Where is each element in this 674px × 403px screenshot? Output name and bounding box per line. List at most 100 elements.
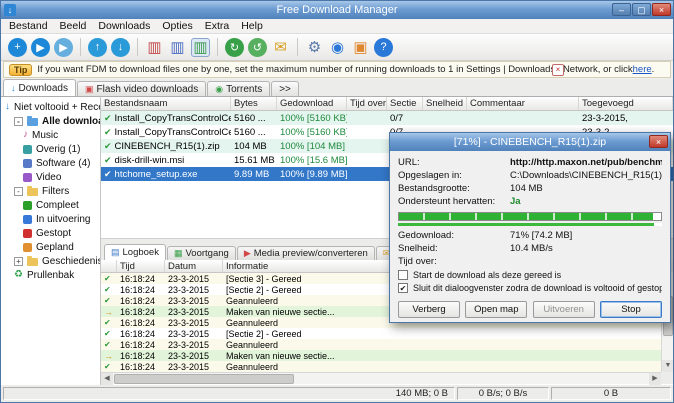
file-cell: 100% [9.89 MB]	[277, 169, 347, 180]
menu-extra[interactable]: Extra	[199, 20, 236, 32]
column-header-snelheid[interactable]: Snelheid	[423, 97, 467, 110]
tab-label: Logboek	[123, 247, 159, 258]
column-header-tijd[interactable]: Tijd	[117, 260, 165, 272]
minimize-button[interactable]: –	[612, 3, 631, 16]
stop-button[interactable]: Stop	[600, 301, 662, 318]
file-status-icon: ✔	[104, 155, 112, 166]
folder-icon	[27, 188, 38, 196]
tab-voortgang[interactable]: ▦Voortgang	[167, 246, 236, 260]
category-icon	[23, 159, 32, 168]
verberg-button[interactable]: Verberg	[398, 301, 460, 318]
column-header-toegevoegd[interactable]: Toegevoegd	[579, 97, 673, 110]
start-all-icon[interactable]: ▶	[54, 38, 73, 57]
stats-green-icon[interactable]: ▥	[191, 38, 210, 57]
add-download-icon[interactable]: +	[8, 38, 27, 57]
sidebar-item-geschiedenis[interactable]: + Geschiedenis	[1, 254, 100, 268]
menu-beeld[interactable]: Beeld	[54, 20, 93, 32]
scroll-down-icon[interactable]: ▼	[662, 360, 673, 372]
open-map-button[interactable]: Open map	[465, 301, 527, 318]
horizontal-scrollbar[interactable]: ◀ ▶	[101, 372, 661, 384]
stats-red-icon[interactable]: ▥	[145, 38, 164, 57]
log-row[interactable]: →16:18:2423-3-2015Maken van nieuwe secti…	[101, 350, 661, 361]
menu-help[interactable]: Help	[235, 20, 269, 32]
horizontal-scroll-thumb[interactable]	[114, 374, 294, 384]
feedback-icon[interactable]: ✉	[271, 38, 290, 57]
update-icon[interactable]: ↺	[248, 38, 267, 57]
checkbox[interactable]	[398, 270, 408, 280]
log-date: 23-3-2015	[165, 285, 223, 295]
menu-opties[interactable]: Opties	[156, 20, 198, 32]
column-header-tijd-over[interactable]: Tijd over	[347, 97, 387, 110]
file-table-header: BestandsnaamBytesGedownloadTijd overSect…	[101, 97, 673, 111]
table-row[interactable]: ✔Install_CopyTransControlCen5160 ...100%…	[101, 111, 673, 125]
tab-logboek[interactable]: ▤Logboek	[104, 244, 166, 260]
sidebar-item-video[interactable]: Video	[1, 170, 100, 184]
help-icon[interactable]: ?	[374, 38, 393, 57]
sidebar-item-label: Overig (1)	[36, 144, 80, 155]
package-icon[interactable]: ▣	[351, 38, 370, 57]
sidebar-item-filters[interactable]: -Filters	[1, 184, 100, 198]
tree-expander-icon[interactable]: -	[14, 117, 23, 126]
sidebar-item-gepland[interactable]: Gepland	[1, 240, 100, 254]
tab-flash-video-downloads[interactable]: ▣Flash video downloads	[77, 81, 206, 96]
sidebar-item-gestopt[interactable]: Gestopt	[1, 226, 100, 240]
column-header-commentaar[interactable]: Commentaar	[467, 97, 579, 110]
resume-row: Ondersteunt hervatten: Ja	[398, 195, 662, 208]
scroll-left-icon[interactable]: ◀	[101, 373, 113, 385]
sidebar-item-overig-1[interactable]: Overig (1)	[1, 142, 100, 156]
maximize-button[interactable]: ▢	[632, 3, 651, 16]
refresh-icon[interactable]: ↻	[225, 38, 244, 57]
file-status-icon: ✔	[104, 169, 112, 180]
file-name: disk-drill-win.msi	[115, 155, 185, 166]
sidebar-item-prullenbak[interactable]: ♻Prullenbak	[1, 268, 100, 282]
titlebar[interactable]: ↓ Free Download Manager – ▢ ×	[1, 1, 673, 19]
move-up-icon[interactable]: ↑	[88, 38, 107, 57]
sidebar-item-alle-downloads-5[interactable]: -Alle downloads (5)	[1, 114, 100, 128]
file-name-cell: ✔disk-drill-win.msi	[101, 155, 231, 166]
tip-here-link[interactable]: here	[633, 64, 652, 75]
column-header-bestandsnaam[interactable]: Bestandsnaam	[101, 97, 231, 110]
column-header-sectie[interactable]: Sectie	[387, 97, 423, 110]
file-name: CINEBENCH_R15(1).zip	[115, 141, 220, 152]
column-header-gedownload[interactable]: Gedownload	[277, 97, 347, 110]
log-row[interactable]: ✔16:18:2423-3-2015Geannuleerd	[101, 361, 661, 372]
scroll-right-icon[interactable]: ▶	[649, 373, 661, 385]
checkbox-row[interactable]: Start de download als deze gereed is	[398, 268, 662, 281]
tab-label: Voortgang	[185, 248, 228, 259]
dialog-titlebar[interactable]: [71%] - CINEBENCH_R15(1).zip ×	[390, 133, 670, 151]
tip-label: Tip	[9, 64, 32, 76]
close-button[interactable]: ×	[652, 3, 671, 16]
speed-label: Snelheid:	[398, 243, 510, 254]
sidebar-item-software-4[interactable]: Software (4)	[1, 156, 100, 170]
log-row[interactable]: ✔16:18:2423-3-2015Geannuleerd	[101, 339, 661, 350]
column-header-datum[interactable]: Datum	[165, 260, 223, 272]
browser-globe-icon[interactable]: ◉	[328, 38, 347, 57]
checkbox[interactable]: ✔	[398, 283, 408, 293]
sidebar-item-niet-voltooid-rece[interactable]: ↓Niet voltooid + Rece	[1, 100, 100, 114]
tab-media-preview-converteren[interactable]: ▶Media preview/converteren	[237, 246, 375, 260]
column-header-bytes[interactable]: Bytes	[231, 97, 277, 110]
tree-expander-icon[interactable]: -	[14, 187, 23, 196]
sidebar-item-music[interactable]: ♪Music	[1, 128, 100, 142]
dialog-close-button[interactable]: ×	[649, 135, 668, 148]
tab-downloads[interactable]: ↓Downloads	[3, 79, 76, 96]
menu-bestand[interactable]: Bestand	[3, 20, 54, 32]
tab-more[interactable]: >>	[271, 81, 299, 96]
sidebar-item-label: Geschiedenis	[42, 256, 101, 267]
settings-gear-icon[interactable]: ⚙	[305, 38, 324, 57]
sidebar-item-label: In uitvoering	[36, 214, 90, 225]
file-cell: 100% [15.6 MB]	[277, 155, 347, 166]
stats-blue-icon[interactable]: ▥	[168, 38, 187, 57]
menu-downloads[interactable]: Downloads	[92, 20, 156, 32]
resume-label: Ondersteunt hervatten:	[398, 196, 510, 207]
file-name-cell: ✔Install_CopyTransControlCen	[101, 127, 231, 138]
tree-expander-icon[interactable]: +	[14, 257, 23, 266]
move-down-icon[interactable]: ↓	[111, 38, 130, 57]
tab-torrents[interactable]: ◉Torrents	[207, 81, 270, 96]
checkbox-row[interactable]: ✔Sluit dit dialoogvenster zodra de downl…	[398, 281, 662, 294]
tip-close-icon[interactable]: ×	[552, 64, 564, 76]
sidebar-item-in-uitvoering[interactable]: In uitvoering	[1, 212, 100, 226]
log-row[interactable]: ✔16:18:2423-3-2015[Sectie 2] - Gereed	[101, 328, 661, 339]
sidebar-item-compleet[interactable]: Compleet	[1, 198, 100, 212]
start-download-icon[interactable]: ▶	[31, 38, 50, 57]
